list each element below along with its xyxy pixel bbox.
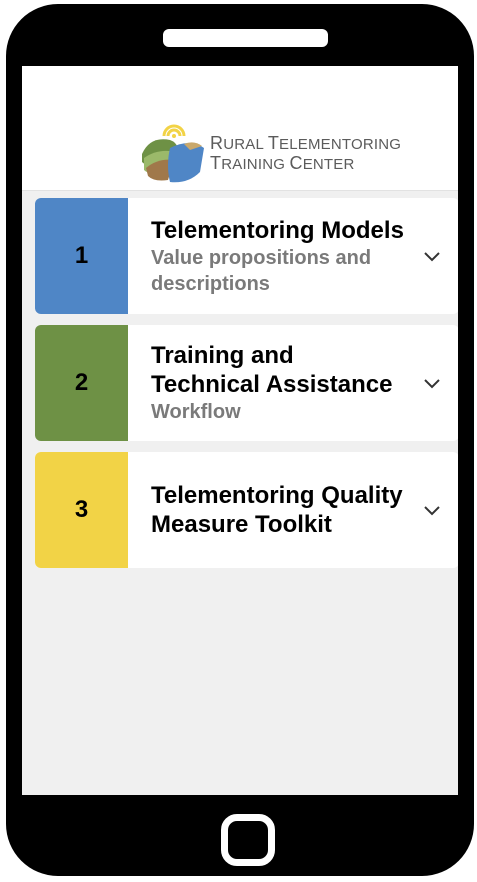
accordion-item-quality-measure-toolkit[interactable]: 3 Telementoring Quality Measure Toolkit xyxy=(35,452,458,568)
section-number-block: 1 xyxy=(35,198,128,314)
section-number-block: 2 xyxy=(35,325,128,441)
card-title: Telementoring Quality Measure Toolkit xyxy=(151,482,403,538)
chevron-down-icon xyxy=(424,379,440,389)
card-subtitle: Value propositions and descriptions xyxy=(151,246,372,295)
app-screen: RURAL TELEMENTORING TRAINING CENTER 1 Te… xyxy=(22,66,458,795)
expand-toggle[interactable] xyxy=(405,452,458,568)
chevron-down-icon xyxy=(424,252,440,262)
chevron-down-icon xyxy=(424,506,440,516)
home-button-icon[interactable] xyxy=(221,814,275,866)
card-title: Training and Technical Assistance xyxy=(151,342,393,398)
section-number: 1 xyxy=(74,242,89,269)
accordion-item-telementoring-models[interactable]: 1 Telementoring Models Value proposition… xyxy=(35,198,458,314)
section-number-block: 3 xyxy=(35,452,128,568)
card-body: Telementoring Quality Measure Toolkit xyxy=(128,452,405,568)
logo-line-1: RURAL TELEMENTORING xyxy=(210,133,402,153)
card-subtitle: Workflow xyxy=(151,401,241,423)
expand-toggle[interactable] xyxy=(405,198,458,314)
logo-text: RURAL TELEMENTORING TRAINING CENTER xyxy=(210,134,401,174)
card-body: Telementoring Models Value propositions … xyxy=(128,198,405,314)
logo-mark-icon xyxy=(142,124,204,183)
phone-frame: RURAL TELEMENTORING TRAINING CENTER 1 Te… xyxy=(6,4,474,876)
logo-line-2: TRAINING CENTER xyxy=(210,153,355,173)
section-number: 2 xyxy=(74,369,89,396)
card-body: Training and Technical Assistance Workfl… xyxy=(128,325,405,441)
section-number: 3 xyxy=(74,496,89,523)
rural-telementoring-logo: RURAL TELEMENTORING TRAINING CENTER xyxy=(140,124,401,184)
accordion-item-training-technical-assistance[interactable]: 2 Training and Technical Assistance Work… xyxy=(35,325,458,441)
card-title: Telementoring Models xyxy=(151,216,404,244)
expand-toggle[interactable] xyxy=(405,325,458,441)
phone-speaker xyxy=(163,29,328,47)
app-header: RURAL TELEMENTORING TRAINING CENTER xyxy=(22,66,458,191)
